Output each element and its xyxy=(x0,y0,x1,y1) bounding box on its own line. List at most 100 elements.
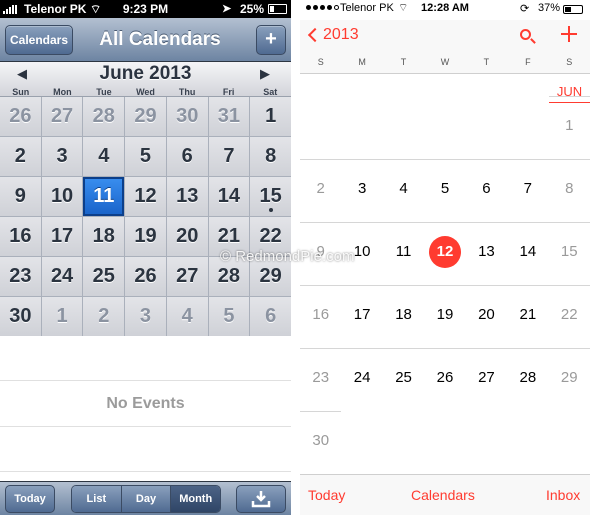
add-event-button[interactable]: + xyxy=(256,25,286,55)
day-cell[interactable]: 16 xyxy=(0,217,41,256)
location-icon: ➤ xyxy=(222,3,232,15)
day-cell[interactable]: 16 xyxy=(300,306,341,323)
day-cell[interactable]: 14 xyxy=(208,177,250,216)
list-view-button[interactable]: List xyxy=(72,486,122,512)
day-cell[interactable]: 20 xyxy=(166,217,208,256)
row-separator xyxy=(548,96,590,97)
day-cell[interactable]: 8 xyxy=(549,180,590,197)
weekday-label: W xyxy=(440,57,450,67)
next-month-icon[interactable]: ▶ xyxy=(260,66,270,82)
day-cell[interactable]: 19 xyxy=(424,306,465,323)
day-cell[interactable]: 18 xyxy=(383,306,424,323)
calendars-button[interactable]: Calendars xyxy=(411,487,475,503)
day-cell[interactable]: 17 xyxy=(41,217,83,256)
day-cell[interactable]: 10 xyxy=(41,177,83,216)
day-cell-selected[interactable]: 11 xyxy=(83,177,125,216)
day-cell[interactable]: 26 xyxy=(424,369,465,386)
day-cell[interactable]: 27 xyxy=(41,97,83,136)
day-cell[interactable]: 2 xyxy=(300,180,341,197)
month-header: ◀ June 2013 ▶ Sun Mon Tue Wed Thu Fri Sat xyxy=(0,62,291,97)
day-cell[interactable]: 15 xyxy=(250,177,291,216)
day-cell[interactable]: 3 xyxy=(341,180,382,197)
day-cell[interactable]: 30 xyxy=(300,432,341,449)
day-cell[interactable]: 24 xyxy=(341,369,382,386)
download-icon xyxy=(251,491,271,508)
row-separator xyxy=(300,159,590,160)
day-cell[interactable]: 25 xyxy=(383,369,424,386)
back-to-year-button[interactable]: 2013 xyxy=(306,26,359,44)
day-cell[interactable]: 4 xyxy=(383,180,424,197)
day-cell[interactable]: 7 xyxy=(208,137,250,176)
row-separator xyxy=(300,222,590,223)
day-cell[interactable]: 20 xyxy=(466,306,507,323)
week-row: 16 17 18 19 20 21 22 xyxy=(300,285,590,348)
day-cell[interactable]: 29 xyxy=(549,369,590,386)
day-cell[interactable]: 13 xyxy=(166,177,208,216)
day-cell[interactable]: 26 xyxy=(0,97,41,136)
day-cell[interactable]: 27 xyxy=(466,369,507,386)
day-cell[interactable]: 28 xyxy=(83,97,125,136)
weekday-label: T xyxy=(483,57,490,67)
day-cell-today[interactable]: 12 xyxy=(424,236,465,268)
day-cell[interactable]: 5 xyxy=(208,297,250,336)
day-cell[interactable]: 6 xyxy=(466,180,507,197)
day-cell[interactable]: 31 xyxy=(208,97,250,136)
battery-percent: 25% xyxy=(240,2,265,16)
day-cell[interactable]: 26 xyxy=(125,257,166,296)
day-cell[interactable]: 30 xyxy=(166,97,208,136)
weekday-label: S xyxy=(317,57,324,67)
day-cell[interactable]: 19 xyxy=(125,217,166,256)
day-cell[interactable]: 6 xyxy=(250,297,291,336)
day-cell[interactable]: 5 xyxy=(424,180,465,197)
day-cell[interactable]: 28 xyxy=(507,369,548,386)
previous-month-icon[interactable]: ◀ xyxy=(17,66,27,82)
today-button[interactable]: Today xyxy=(308,487,345,503)
day-cell[interactable]: 30 xyxy=(0,297,41,336)
day-cell[interactable]: 23 xyxy=(300,369,341,386)
calendars-button[interactable]: Calendars xyxy=(5,25,73,55)
day-cell[interactable]: 6 xyxy=(166,137,208,176)
day-cell[interactable]: 14 xyxy=(507,243,548,260)
month-view-button[interactable]: Month xyxy=(171,486,220,512)
day-cell[interactable]: 4 xyxy=(83,137,125,176)
event-list: No Events xyxy=(0,336,291,481)
day-cell[interactable]: 1 xyxy=(41,297,83,336)
day-cell[interactable]: 8 xyxy=(250,137,291,176)
day-cell[interactable]: 18 xyxy=(83,217,125,256)
day-cell[interactable]: 11 xyxy=(383,243,424,260)
day-cell[interactable]: 2 xyxy=(0,137,41,176)
day-cell[interactable]: 2 xyxy=(83,297,125,336)
month-grid: 26 27 28 29 30 31 1 2 3 4 5 6 7 8 9 10 11 12 13 14 15 16 17 18 1… xyxy=(0,96,291,336)
day-cell[interactable]: 25 xyxy=(83,257,125,296)
day-cell[interactable]: 1 xyxy=(250,97,291,136)
day-cell[interactable]: 23 xyxy=(0,257,41,296)
view-segmented-control: List Day Month xyxy=(71,485,221,513)
day-cell[interactable]: 12 xyxy=(125,177,166,216)
bottom-toolbar: Today List Day Month xyxy=(0,481,291,515)
day-cell[interactable]: 3 xyxy=(125,297,166,336)
day-cell[interactable]: 13 xyxy=(466,243,507,260)
day-cell[interactable]: 5 xyxy=(125,137,166,176)
day-cell[interactable]: 29 xyxy=(125,97,166,136)
inbox-button[interactable] xyxy=(236,485,286,513)
day-cell[interactable]: 1 xyxy=(549,117,590,134)
day-cell[interactable]: 3 xyxy=(41,137,83,176)
search-icon[interactable] xyxy=(519,28,537,46)
day-cell[interactable]: 4 xyxy=(166,297,208,336)
row-separator xyxy=(300,285,590,286)
plus-icon[interactable] xyxy=(558,23,580,45)
inbox-button[interactable]: Inbox xyxy=(546,487,580,503)
weekday-label: S xyxy=(566,57,573,67)
day-cell[interactable]: 9 xyxy=(0,177,41,216)
day-view-button[interactable]: Day xyxy=(121,486,172,512)
status-bar: Telenor PK ⌔ 12:28 AM ⟳ 37% xyxy=(300,0,590,20)
today-button[interactable]: Today xyxy=(5,485,55,513)
day-cell[interactable]: 21 xyxy=(507,306,548,323)
day-cell[interactable]: 17 xyxy=(341,306,382,323)
day-cell[interactable]: 7 xyxy=(507,180,548,197)
day-cell[interactable]: 24 xyxy=(41,257,83,296)
battery-icon xyxy=(268,4,287,14)
day-cell[interactable]: 15 xyxy=(549,243,590,260)
day-cell[interactable]: 22 xyxy=(549,306,590,323)
day-cell[interactable]: 27 xyxy=(166,257,208,296)
